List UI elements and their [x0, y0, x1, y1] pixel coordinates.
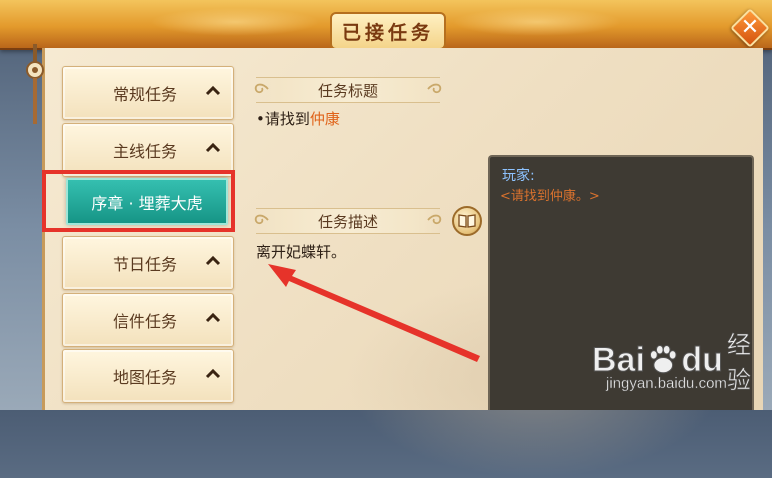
- task-title-header: 任务标题: [254, 77, 442, 103]
- watermark-jingyan: 经验: [726, 331, 752, 395]
- dialog-text: <请找到仲康。>: [500, 189, 600, 204]
- chevron-up-icon: [205, 368, 221, 379]
- subtask-prologue-bury-tiger[interactable]: 序章 · 埋葬大虎: [66, 178, 228, 225]
- category-festival-tasks[interactable]: 节日任务: [62, 236, 234, 290]
- baidu-paw-icon: [649, 344, 677, 374]
- dialog-speaker: 玩家:: [502, 168, 535, 184]
- task-description-header: 任务描述: [254, 208, 442, 234]
- category-label: 主线任务: [112, 142, 177, 161]
- objective-target-npc[interactable]: 仲康: [310, 110, 340, 128]
- category-label: 节日任务: [112, 255, 177, 274]
- task-description-text: 离开妃蝶轩。: [256, 243, 347, 261]
- chevron-up-icon: [205, 255, 221, 266]
- category-map-tasks[interactable]: 地图任务: [62, 349, 234, 403]
- scroll-ornament-icon: [254, 83, 269, 94]
- scroll-ornament-icon: [254, 214, 269, 225]
- category-regular-tasks[interactable]: 常规任务: [62, 66, 234, 120]
- category-label: 地图任务: [112, 368, 177, 387]
- watermark-du: du: [681, 340, 724, 379]
- task-title-header-label: 任务标题: [317, 81, 378, 100]
- scroll-ornament-icon: [427, 214, 442, 225]
- close-icon: ✕: [740, 15, 760, 40]
- category-main-tasks[interactable]: 主线任务: [62, 123, 234, 177]
- task-objective: •请找到仲康: [256, 108, 340, 129]
- task-description-header-label: 任务描述: [317, 212, 378, 231]
- chevron-up-icon: [205, 142, 221, 153]
- category-label: 常规任务: [112, 85, 177, 104]
- objective-prefix: 请找到: [264, 110, 310, 128]
- scroll-ornament-icon: [427, 83, 442, 94]
- chevron-up-icon: [205, 312, 221, 323]
- window-title: 已接任务: [330, 12, 446, 50]
- baidu-jingyan-watermark: Bai du 经验 jingyan.baidu.com: [592, 325, 768, 407]
- window-title-bar: 已接任务: [0, 0, 772, 50]
- watermark-url: jingyan.baidu.com: [606, 375, 727, 392]
- story-book-button[interactable]: [452, 206, 482, 236]
- close-button[interactable]: ✕: [730, 8, 770, 48]
- chevron-up-icon: [205, 85, 221, 96]
- pendant-ornament-icon: [26, 44, 44, 124]
- watermark-bai: Bai: [592, 340, 646, 379]
- category-letter-tasks[interactable]: 信件任务: [62, 293, 234, 347]
- book-icon: [458, 214, 476, 228]
- objective-bullet: •: [256, 110, 265, 128]
- category-label: 信件任务: [112, 312, 177, 331]
